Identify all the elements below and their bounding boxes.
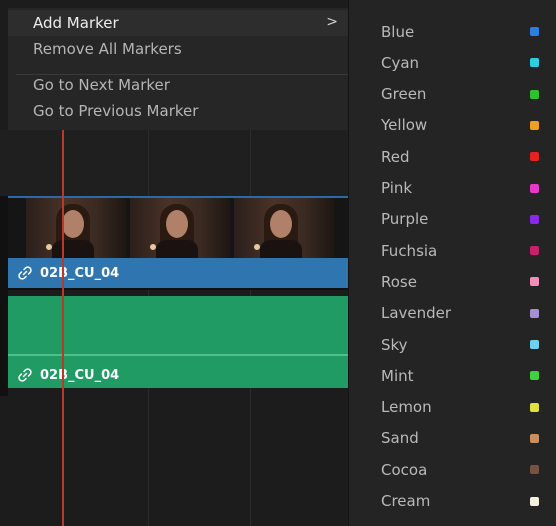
color-swatch-icon	[530, 183, 539, 193]
marker-color-label: Green	[381, 85, 427, 104]
video-clip-thumbnails[interactable]	[8, 196, 350, 258]
marker-color-blue[interactable]: Blue	[349, 16, 556, 47]
menu-item-label: Go to Next Marker	[33, 76, 170, 94]
menu-item-go-to-previous-marker[interactable]: Go to Previous Marker	[8, 98, 350, 124]
video-clip-name: 02B_CU_04	[40, 265, 120, 281]
color-swatch-icon	[530, 308, 539, 318]
color-swatch-icon	[530, 433, 539, 443]
video-clip[interactable]: 02B_CU_04	[8, 258, 350, 290]
marker-color-submenu: Blue Cyan Green Yellow Red Pink Purple Fuchsia R…	[348, 0, 556, 526]
marker-color-label: Fuchsia	[381, 241, 438, 260]
marker-color-purple[interactable]: Purple	[349, 204, 556, 235]
context-menu: Add Marker > Remove All Markers Go to Ne…	[8, 8, 350, 130]
marker-color-cyan[interactable]: Cyan	[349, 47, 556, 78]
marker-color-label: Mint	[381, 366, 414, 385]
marker-color-label: Sky	[381, 335, 408, 354]
audio-clip-label: 02B_CU_04	[8, 362, 360, 388]
marker-color-label: Lemon	[381, 398, 432, 417]
marker-color-sand[interactable]: Sand	[349, 423, 556, 454]
playhead[interactable]	[62, 130, 64, 526]
marker-color-lavender[interactable]: Lavender	[349, 298, 556, 329]
marker-color-label: Cocoa	[381, 460, 428, 479]
menu-item-label: Go to Previous Marker	[33, 102, 199, 120]
marker-color-label: Blue	[381, 22, 415, 41]
audio-waveform	[8, 354, 350, 356]
color-swatch-icon	[530, 340, 539, 349]
menu-item-label: Add Marker	[33, 14, 119, 32]
marker-color-rose[interactable]: Rose	[349, 266, 556, 297]
marker-color-red[interactable]: Red	[349, 141, 556, 172]
marker-color-pink[interactable]: Pink	[349, 173, 556, 204]
menu-item-label: Remove All Markers	[33, 40, 182, 58]
color-swatch-icon	[530, 120, 539, 130]
color-swatch-icon	[530, 246, 539, 256]
chevron-right-icon: >	[326, 14, 338, 30]
color-swatch-icon	[530, 214, 539, 224]
menu-item-go-to-next-marker[interactable]: Go to Next Marker	[8, 72, 350, 98]
audio-clip-name: 02B_CU_04	[40, 367, 120, 383]
color-swatch-icon	[530, 371, 539, 381]
video-thumbnail	[130, 198, 230, 258]
marker-color-lemon[interactable]: Lemon	[349, 392, 556, 423]
timeline-ruler[interactable]	[0, 130, 350, 196]
marker-color-label: Sand	[381, 429, 419, 448]
color-swatch-icon	[530, 89, 539, 99]
marker-color-cocoa[interactable]: Cocoa	[349, 454, 556, 485]
menu-item-add-marker[interactable]: Add Marker >	[8, 10, 350, 36]
menu-item-remove-all-markers[interactable]: Remove All Markers	[8, 36, 350, 62]
track-edge	[0, 196, 8, 396]
color-swatch-icon	[530, 465, 539, 475]
marker-color-mint[interactable]: Mint	[349, 360, 556, 391]
marker-color-green[interactable]: Green	[349, 79, 556, 110]
marker-color-label: Cream	[381, 492, 431, 510]
color-swatch-icon	[530, 277, 539, 287]
link-icon	[18, 368, 32, 382]
marker-color-yellow[interactable]: Yellow	[349, 110, 556, 141]
marker-color-cream[interactable]: Cream	[349, 486, 556, 517]
marker-color-label: Cyan	[381, 53, 420, 72]
color-swatch-icon	[530, 58, 539, 68]
link-icon	[18, 266, 32, 280]
color-swatch-icon	[530, 496, 539, 506]
marker-color-label: Purple	[381, 210, 429, 229]
marker-color-label: Red	[381, 147, 410, 166]
marker-color-label: Yellow	[381, 116, 428, 135]
marker-color-label: Rose	[381, 272, 417, 291]
color-swatch-icon	[530, 402, 539, 412]
color-swatch-icon	[530, 152, 539, 162]
video-thumbnail	[234, 198, 334, 258]
color-swatch-icon	[530, 27, 539, 36]
marker-color-sky[interactable]: Sky	[349, 329, 556, 360]
marker-color-fuchsia[interactable]: Fuchsia	[349, 235, 556, 266]
video-thumbnail	[26, 198, 126, 258]
marker-color-label: Pink	[381, 179, 413, 197]
marker-color-label: Lavender	[381, 304, 452, 323]
